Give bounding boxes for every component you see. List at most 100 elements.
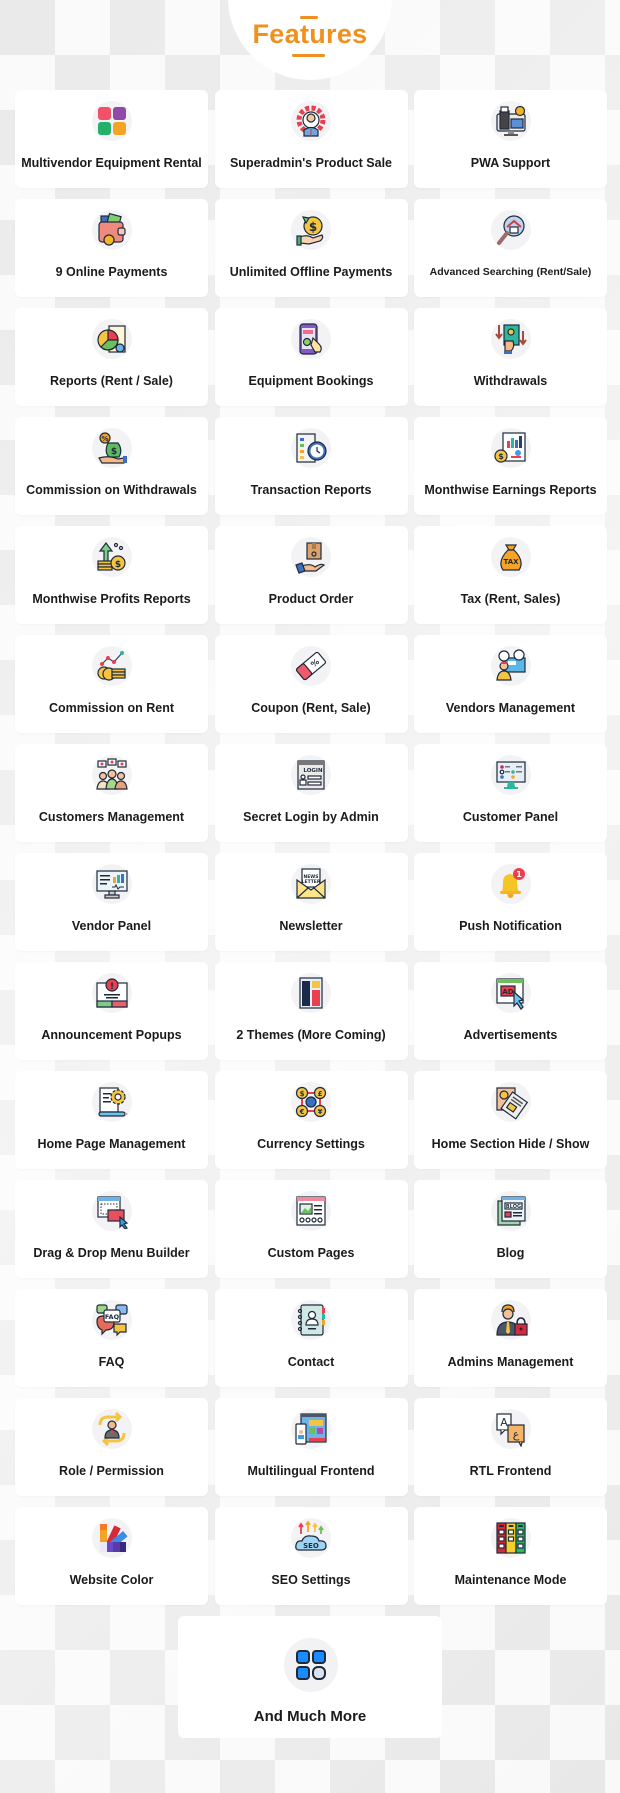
- feature-card-customer-panel: Customer Panel: [414, 744, 607, 842]
- feature-card-commission-on-withdrawals: % $ Commission on Withdrawals: [15, 417, 208, 515]
- feature-label: Customer Panel: [462, 810, 559, 824]
- feature-card-seo-settings: SEO SEO Settings: [214, 1507, 408, 1605]
- newsletter-envelope-icon: NEWS LETTER: [291, 864, 331, 904]
- pos-monitor-icon: [490, 101, 531, 141]
- more-features-card: And Much More: [178, 1616, 442, 1738]
- feature-card-multilingual-frontend: Multilingual Frontend: [214, 1398, 408, 1496]
- feature-card-coupon-rent-sale: % Coupon (Rent, Sale): [214, 635, 408, 733]
- page-gear-icon: [91, 1082, 132, 1122]
- svg-text:!: !: [109, 982, 113, 992]
- feature-label: PWA Support: [470, 156, 551, 170]
- alert-popup-icon: !: [91, 973, 132, 1013]
- svg-text:$: $: [309, 220, 317, 234]
- panel-monitor-icon: [490, 755, 531, 795]
- box-hand-icon: [291, 537, 331, 577]
- svg-text:€: €: [299, 1108, 305, 1116]
- admin-lock-icon: [490, 1300, 531, 1340]
- feature-card-admins-management: Admins Management: [414, 1289, 607, 1387]
- feature-card-blog: BLOG Blog: [414, 1180, 607, 1278]
- feature-label: Tax (Rent, Sales): [460, 592, 561, 606]
- svg-text:LOGIN: LOGIN: [303, 768, 323, 774]
- feature-label: Announcement Popups: [41, 1028, 182, 1042]
- feature-label: Drag & Drop Menu Builder: [33, 1246, 190, 1260]
- app-grid-icon: [91, 101, 132, 141]
- feature-label: Equipment Bookings: [248, 374, 374, 388]
- phone-booking-icon: [291, 319, 331, 359]
- admin-gear-icon: [291, 101, 331, 141]
- feature-label: Multivendor Equipment Rental: [21, 156, 202, 170]
- feature-label: Monthwise Profits Reports: [32, 592, 191, 606]
- feature-label: Currency Settings: [257, 1137, 365, 1151]
- feature-label: 2 Themes (More Coming): [236, 1028, 386, 1042]
- earnings-chart-icon: $: [490, 428, 531, 468]
- feature-label: Secret Login by Admin: [243, 810, 379, 824]
- customers-group-icon: [91, 755, 132, 795]
- currency-globe-icon: $ £ € ¥: [291, 1082, 331, 1122]
- seo-cloud-icon: SEO: [291, 1518, 331, 1558]
- feature-card-rtl-frontend: A ع RTL Frontend: [414, 1398, 607, 1496]
- feature-label: SEO Settings: [271, 1573, 351, 1587]
- svg-text:AD: AD: [502, 988, 513, 996]
- feature-card-equipment-bookings: Equipment Bookings: [214, 308, 408, 406]
- checklist-clock-icon: [291, 428, 331, 468]
- theme-layout-icon: [291, 973, 331, 1013]
- feature-card-superadmin-s-product-sale: Superadmin's Product Sale: [214, 90, 408, 188]
- feature-label: Newsletter: [279, 919, 343, 933]
- contact-book-icon: [291, 1300, 331, 1340]
- coupon-icon: %: [291, 646, 331, 686]
- feature-label: Customers Management: [38, 810, 185, 824]
- feature-card-commission-on-rent: Commission on Rent: [15, 635, 208, 733]
- feature-label: RTL Frontend: [469, 1464, 552, 1478]
- maintenance-board-icon: [490, 1518, 531, 1558]
- profit-coins-icon: $: [91, 537, 132, 577]
- title-accent-bottom: [292, 54, 325, 57]
- svg-text:LETTER: LETTER: [302, 879, 321, 885]
- feature-label: Home Section Hide / Show: [431, 1137, 590, 1151]
- hand-coin-icon: $: [291, 210, 331, 250]
- feature-card-9-online-payments: 9 Online Payments: [15, 199, 208, 297]
- feature-card-multivendor-equipment-rental: Multivendor Equipment Rental: [15, 90, 208, 188]
- feature-card-customers-management: Customers Management: [15, 744, 208, 842]
- dashboard-monitor-icon: [91, 864, 132, 904]
- svg-text:$: $: [110, 447, 116, 457]
- feature-card-monthwise-earnings-reports: $ Monthwise Earnings Reports: [414, 417, 607, 515]
- cash-withdraw-icon: [490, 319, 531, 359]
- ad-click-icon: AD: [490, 973, 531, 1013]
- feature-card-advanced-searching-rent-sale: Advanced Searching (Rent/Sale): [414, 199, 607, 297]
- svg-text:1: 1: [516, 870, 522, 879]
- feature-label: Superadmin's Product Sale: [229, 156, 393, 170]
- feature-label: Withdrawals: [473, 374, 548, 388]
- feature-label: Home Page Management: [37, 1137, 186, 1151]
- faq-bubbles-icon: FAQ: [91, 1300, 132, 1340]
- role-switch-icon: [91, 1409, 132, 1449]
- feature-label: Commission on Rent: [48, 701, 174, 715]
- svg-text:£: £: [318, 1090, 323, 1098]
- svg-text:FAQ: FAQ: [104, 1313, 119, 1321]
- feature-label: Push Notification: [459, 919, 562, 933]
- svg-text:TAX: TAX: [503, 558, 519, 566]
- feature-card-custom-pages: Custom Pages: [214, 1180, 408, 1278]
- feature-label: Custom Pages: [267, 1246, 355, 1260]
- more-features-label: And Much More: [253, 1708, 367, 1725]
- feature-card-advertisements: AD Advertisements: [414, 962, 607, 1060]
- feature-card-pwa-support: PWA Support: [414, 90, 607, 188]
- coins-graph-icon: [91, 646, 132, 686]
- feature-card-monthwise-profits-reports: $ Monthwise Profits Reports: [15, 526, 208, 624]
- feature-label: Product Order: [268, 592, 354, 606]
- svg-text:ع: ع: [512, 1428, 519, 1441]
- svg-text:$: $: [498, 452, 504, 461]
- bell-notification-icon: 1: [490, 864, 531, 904]
- feature-card-contact: Contact: [214, 1289, 408, 1387]
- feature-card-newsletter: NEWS LETTER Newsletter: [214, 853, 408, 951]
- feature-card-withdrawals: Withdrawals: [414, 308, 607, 406]
- newspaper-icon: [490, 1082, 531, 1122]
- pie-report-icon: [91, 319, 132, 359]
- svg-text:$: $: [300, 1090, 305, 1098]
- feature-card-website-color: Website Color: [15, 1507, 208, 1605]
- feature-card-announcement-popups: ! Announcement Popups: [15, 962, 208, 1060]
- feature-label: Blog: [496, 1246, 525, 1260]
- drag-drop-icon: [91, 1191, 132, 1231]
- commission-bag-icon: % $: [91, 428, 132, 468]
- feature-card-2-themes-more-coming: 2 Themes (More Coming): [214, 962, 408, 1060]
- feature-card-currency-settings: $ £ € ¥ Currency Settings: [214, 1071, 408, 1169]
